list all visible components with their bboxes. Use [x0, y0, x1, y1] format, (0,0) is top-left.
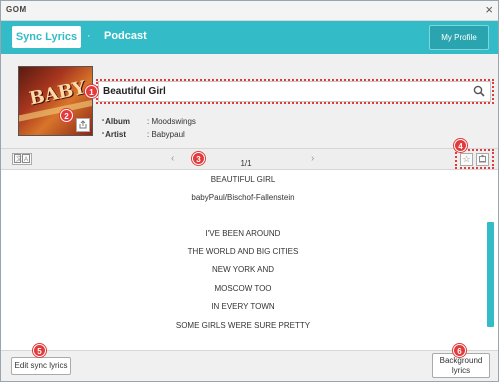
callout-marker-6: 6 [453, 344, 466, 357]
app-title: GOM [6, 5, 27, 14]
lyric-line: IN EVERY TOWN [211, 302, 275, 311]
lyric-line: babyPaul/Bischof-Fallenstein [191, 193, 295, 202]
edit-sync-lyrics-button[interactable]: Edit sync lyrics [11, 357, 71, 375]
tab-bar: Sync Lyrics · Podcast My Profile [1, 21, 498, 54]
artist-label: Artist [102, 128, 147, 141]
callout-marker-1: 1 [85, 85, 98, 98]
close-icon[interactable]: × [485, 2, 493, 18]
callout-marker-5: 5 [33, 344, 46, 357]
lyric-line: BEAUTIFUL GIRL [210, 175, 276, 184]
lyrics-scrollbar[interactable] [487, 222, 494, 327]
artist-row: Artist: Babypaul [102, 128, 196, 141]
prev-page-icon[interactable]: ‹ [171, 153, 174, 164]
svg-text:文: 文 [16, 155, 22, 163]
lyric-line: THE WORLD AND BIG CITIES [187, 247, 299, 256]
album-row: Album: Moodswings [102, 115, 196, 128]
lyrics-area[interactable]: BEAUTIFUL GIRL babyPaul/Bischof-Fallenst… [1, 170, 498, 350]
tab-separator: · [87, 30, 91, 42]
artist-value: : Babypaul [147, 130, 185, 139]
lyric-line: SOME GIRLS WERE SURE PRETTY [175, 321, 311, 330]
tab-sync-lyrics[interactable]: Sync Lyrics [12, 26, 81, 48]
page-indicator: 1/1 [240, 159, 252, 168]
callout-marker-4: 4 [454, 139, 467, 152]
album-value: : Moodswings [147, 117, 196, 126]
translate-icon[interactable]: 文 A [12, 153, 32, 165]
footer-bar: Edit sync lyrics Background lyrics [1, 350, 498, 381]
background-lyrics-label-line1: Background [439, 356, 483, 365]
callout-marker-2: 2 [60, 109, 73, 122]
callout-marker-3: 3 [192, 152, 205, 165]
share-icon[interactable] [76, 118, 90, 132]
background-lyrics-label-line2: lyrics [451, 366, 471, 375]
song-meta: Album: Moodswings Artist: Babypaul [102, 115, 196, 141]
tab-podcast[interactable]: Podcast [104, 30, 147, 42]
lyrics-toolbar: 文 A ‹ 1/1 › ☆ [1, 149, 498, 170]
album-label: Album [102, 115, 147, 128]
lyric-line: MOSCOW TOO [214, 284, 272, 293]
lyrics-window: GOM × Sync Lyrics · Podcast My Profile B… [0, 0, 499, 382]
lyric-line: I'VE BEEN AROUND [205, 229, 281, 238]
next-page-icon[interactable]: › [311, 153, 314, 164]
lyric-line: NEW YORK AND [211, 265, 275, 274]
callout-frame-search [96, 79, 494, 104]
svg-text:A: A [24, 157, 28, 163]
my-profile-button[interactable]: My Profile [429, 25, 489, 50]
title-bar: GOM × [1, 1, 498, 21]
